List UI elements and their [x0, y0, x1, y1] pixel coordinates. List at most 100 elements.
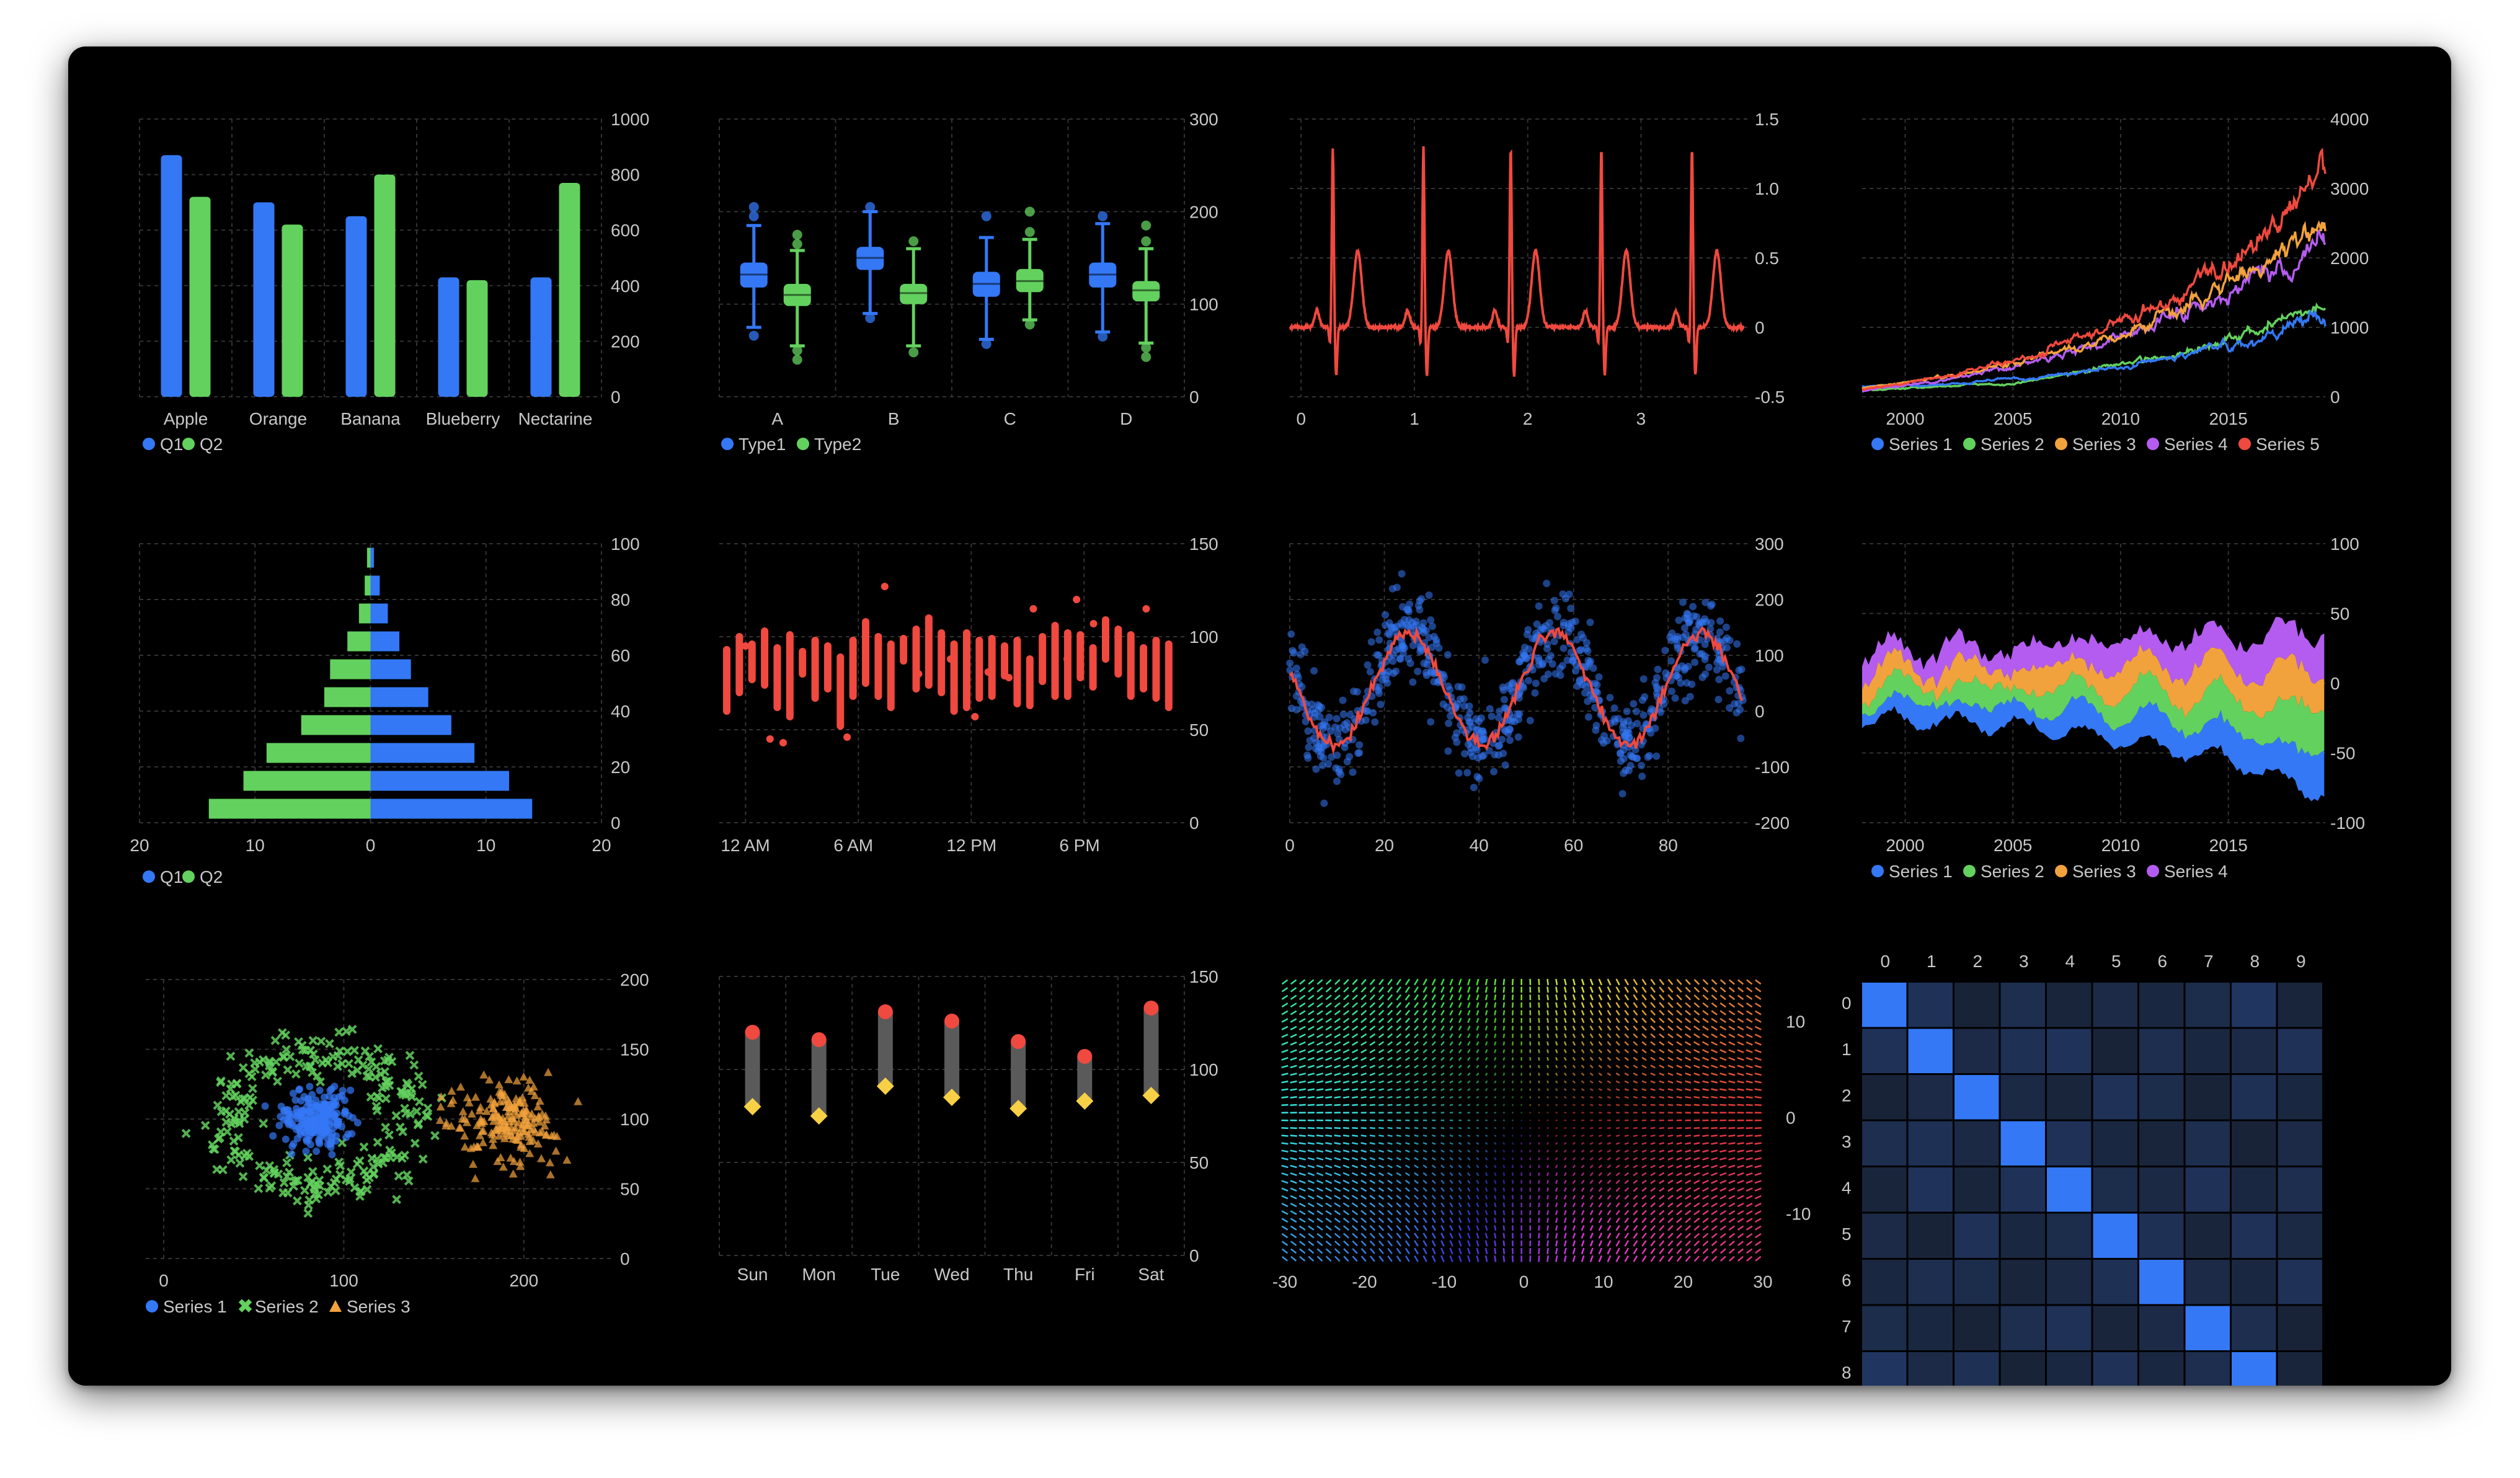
triangle-point [460, 1131, 469, 1140]
quiver-arrow [1290, 1088, 1297, 1091]
quiver-arrow [1360, 1195, 1367, 1200]
box-outlier [908, 236, 919, 247]
quiver-arrow [1555, 1255, 1558, 1262]
y-tick-label: 800 [611, 166, 640, 185]
quiver-arrow [1298, 1157, 1306, 1161]
quiver-arrow [1360, 1025, 1367, 1031]
heatmap-cell [2093, 1306, 2137, 1350]
quiver-arrow [1641, 1179, 1647, 1184]
quiver-arrow [1334, 1041, 1341, 1046]
y-tick-label: 2 [1842, 1086, 1852, 1105]
quiver-arrow [1624, 1002, 1630, 1008]
x-tick-label: Mon [802, 1265, 835, 1284]
quiver-arrow [1607, 1157, 1612, 1161]
quiver-arrow [1308, 1255, 1315, 1262]
quiver-arrow [1728, 1172, 1736, 1176]
quiver-arrow [1458, 1164, 1462, 1169]
range-bar [1102, 616, 1109, 663]
quiver-arrow [1581, 1056, 1585, 1061]
quiver-arrow [1711, 979, 1718, 985]
quiver-arrow [1572, 1134, 1576, 1138]
circle-point [289, 1089, 297, 1097]
quiver-arrow [1458, 1217, 1462, 1223]
quiver-arrow [1659, 1232, 1665, 1239]
quiver-arrow [1431, 1217, 1436, 1223]
quiver-arrow [1440, 1049, 1445, 1054]
quiver-arrow [1641, 1134, 1647, 1137]
quiver-arrow [1414, 1072, 1419, 1076]
quiver-arrow [1546, 1041, 1550, 1046]
quiver-arrow [1467, 1134, 1471, 1138]
quiver-arrow [1494, 978, 1497, 986]
quiver-arrow [1711, 994, 1718, 1001]
scatter-point [1456, 695, 1464, 703]
quiver-arrow [1546, 1172, 1550, 1176]
quiver-arrow [1641, 1048, 1647, 1054]
scatter-point [1451, 733, 1459, 741]
quiver-arrow [1572, 1002, 1576, 1008]
quiver-arrow [1342, 1142, 1350, 1145]
quiver-arrow [1641, 1157, 1647, 1161]
quiver-arrow [1414, 1033, 1419, 1038]
quiver-arrow [1572, 1164, 1576, 1169]
y-tick-label: 100 [1189, 627, 1218, 647]
quiver-arrow [1650, 1049, 1656, 1054]
pyramid-bar [366, 547, 371, 568]
quiver-arrow [1502, 1134, 1506, 1138]
quiver-arrow [1307, 1064, 1315, 1069]
quiver-arrow [1607, 1149, 1612, 1153]
quiver-arrow [1737, 987, 1744, 993]
quiver-arrow [1484, 1072, 1488, 1076]
chart-stream-area: -100-500501002000 2005 2010 2015Series 1 Ser… [1862, 534, 2365, 881]
quiver-arrow [1342, 1025, 1350, 1031]
quiver-arrow [1615, 1187, 1620, 1192]
quiver-arrow [1369, 1088, 1375, 1091]
quiver-arrow [1563, 1080, 1567, 1084]
range-outlier [843, 733, 851, 741]
quiver-arrow [1404, 1033, 1411, 1038]
quiver-arrow [1431, 1247, 1436, 1255]
quiver-arrow [1546, 986, 1549, 993]
y-tick-label: 20 [611, 758, 630, 777]
quiver-arrow [1467, 1255, 1471, 1262]
quiver-arrow [1685, 1025, 1692, 1031]
quiver-arrow [1396, 1088, 1401, 1091]
quiver-arrow [1667, 1164, 1674, 1169]
quiver-arrow [1563, 1002, 1567, 1008]
quiver-arrow [1746, 979, 1753, 985]
cross-point [226, 1051, 236, 1061]
quiver-arrow [1581, 1080, 1585, 1084]
quiver-arrow [1387, 1056, 1393, 1061]
heatmap-cell [2093, 1029, 2137, 1073]
heatmap-cell [2047, 1306, 2092, 1350]
scatter-point [1367, 638, 1375, 646]
quiver-arrow [1633, 1164, 1638, 1169]
quiver-arrow [1624, 1195, 1630, 1200]
quiver-arrow [1546, 1180, 1550, 1184]
quiver-arrow [1755, 987, 1762, 993]
box-outlier [908, 347, 919, 358]
quiver-arrow [1641, 1072, 1647, 1076]
quiver-arrow [1589, 1247, 1594, 1255]
quiver-arrow [1325, 979, 1332, 985]
box-outlier [1141, 352, 1151, 362]
x-tick-label: 4 [2065, 952, 2075, 971]
quiver-arrow [1307, 1056, 1315, 1061]
legend-label: Type1 [739, 435, 786, 454]
quiver-arrow [1449, 1049, 1453, 1054]
scatter-point [1481, 656, 1489, 664]
pyramid-bar [370, 547, 375, 568]
scatter-point [1382, 621, 1390, 629]
scatter-point [1593, 681, 1601, 689]
quiver-arrow [1546, 1142, 1550, 1145]
x-tick-label: 1 [1927, 952, 1937, 971]
triangle-point [479, 1138, 488, 1146]
x-tick-label: 0 [1285, 836, 1295, 855]
quiver-arrow [1711, 1025, 1718, 1031]
quiver-arrow [1659, 1195, 1665, 1200]
quiver-arrow [1529, 1149, 1532, 1153]
quiver-arrow [1650, 978, 1656, 986]
quiver-arrow [1624, 1049, 1630, 1054]
quiver-arrow [1334, 1010, 1341, 1016]
quiver-arrow [1546, 1002, 1549, 1008]
